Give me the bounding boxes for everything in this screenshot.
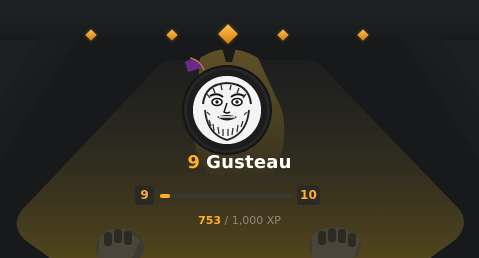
rank-markers <box>0 0 479 60</box>
player-name: Gusteau <box>206 152 292 173</box>
current-level-badge: 9 <box>135 186 154 205</box>
avatar <box>193 76 261 144</box>
avatar-frame[interactable] <box>187 70 267 150</box>
xp-progress-track <box>160 194 291 198</box>
player-name-row: 9 Gusteau <box>0 152 479 173</box>
diamond-icon <box>357 29 369 41</box>
xp-progress-fill <box>160 194 170 198</box>
xp-current: 753 <box>198 214 222 227</box>
xp-total: 1,000 XP <box>231 214 281 227</box>
diamond-icon <box>277 29 289 41</box>
xp-progress: 9 10 <box>0 186 479 206</box>
player-level: 9 <box>187 152 201 173</box>
xp-separator: / <box>224 214 229 227</box>
diamond-icon <box>85 29 97 41</box>
diamond-icon-large <box>218 24 238 44</box>
bearded-face-avatar-icon <box>193 76 261 144</box>
xp-readout: 753 / 1,000 XP <box>0 214 479 227</box>
diamond-icon <box>166 29 178 41</box>
next-level-badge: 10 <box>297 186 320 205</box>
